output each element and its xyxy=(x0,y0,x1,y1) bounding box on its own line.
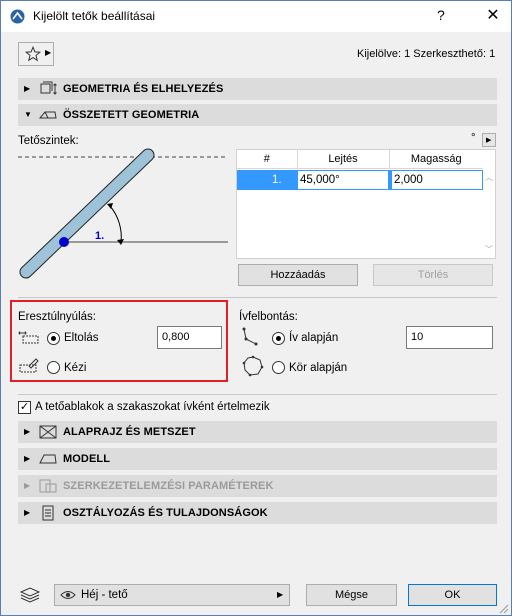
offset-radio[interactable] xyxy=(47,332,60,345)
floor-plan-section-icon xyxy=(39,425,57,439)
slope-cell[interactable]: 45,000° xyxy=(297,170,389,190)
triangle-right-icon: ▶ xyxy=(45,48,52,57)
model-icon xyxy=(39,454,57,464)
row-number: 1. xyxy=(272,174,282,186)
manual-label: Kézi xyxy=(64,362,87,374)
section-label: SZERKEZETELEMZÉSI PARAMÉTEREK xyxy=(63,480,274,492)
circle-based-label: Kör alapján xyxy=(289,362,348,374)
options-button[interactable]: ▶ xyxy=(482,133,496,147)
table-row[interactable]: 1. 45,000° 2,000 xyxy=(237,170,483,190)
help-button[interactable]: ? xyxy=(437,7,445,23)
column-header[interactable]: Magasság xyxy=(389,150,483,169)
divider xyxy=(18,394,497,395)
offset-value-field[interactable]: 0,800 xyxy=(157,326,222,349)
vertical-scrollbar[interactable]: ︿ ﹀ xyxy=(483,170,495,258)
section-label: MODELL xyxy=(63,453,111,465)
star-icon xyxy=(25,46,41,62)
diagram-level-label: 1. xyxy=(95,230,105,242)
archicad-logo-icon xyxy=(10,9,25,24)
expand-triangle-icon: ▶ xyxy=(24,454,31,463)
dialog-window: Kijelölt tetők beállításai ? ✕ ▶ Kijelöl… xyxy=(0,0,512,616)
triangle-right-icon: ▶ xyxy=(486,137,492,144)
arc-based-icon xyxy=(242,327,258,346)
arc-based-radio[interactable] xyxy=(272,332,285,345)
divider xyxy=(18,297,497,298)
section-label: ÖSSZETETT GEOMETRIA xyxy=(63,109,200,121)
skylight-checkbox[interactable]: ✓ xyxy=(18,401,31,414)
circle-based-icon xyxy=(242,355,264,377)
delete-level-button[interactable]: Törlés xyxy=(373,264,493,286)
eye-icon xyxy=(60,591,76,599)
column-header[interactable]: # xyxy=(237,150,298,169)
cancel-button[interactable]: Mégse xyxy=(306,584,397,606)
offset-label: Eltolás xyxy=(64,332,99,344)
arc-segmentation-label: Ívfelbontás: xyxy=(239,311,298,323)
circle-based-radio[interactable] xyxy=(272,361,285,374)
section-label: ALAPRAJZ ÉS METSZET xyxy=(63,426,196,438)
scroll-up-icon[interactable]: ︿ xyxy=(485,172,493,183)
section-structural-analysis[interactable]: ▶ SZERKEZETELEMZÉSI PARAMÉTEREK xyxy=(18,475,497,497)
collapse-triangle-icon: ▼ xyxy=(24,110,32,119)
expand-triangle-icon: ▶ xyxy=(24,427,31,436)
dropdown-triangle-icon: ▶ xyxy=(277,590,284,599)
structural-analysis-icon xyxy=(39,479,57,493)
section-model[interactable]: ▶ MODELL xyxy=(18,448,497,470)
section-label: GEOMETRIA ÉS ELHELYEZÉS xyxy=(63,83,224,95)
scroll-down-icon[interactable]: ﹀ xyxy=(485,244,493,255)
section-complex-geometry[interactable]: ▼ ÖSSZETETT GEOMETRIA xyxy=(18,104,497,126)
column-header[interactable]: Lejtés xyxy=(297,150,390,169)
expand-triangle-icon: ▶ xyxy=(24,481,31,490)
window-title: Kijelölt tetők beállításai xyxy=(33,9,156,23)
layer-icon xyxy=(19,587,41,603)
eave-overhang-label: Eresztúlnyúlás: xyxy=(18,311,96,323)
arc-based-label: Ív alapján xyxy=(289,332,339,344)
skylight-checkbox-label: A tetőablakok a szakaszokat ívként értel… xyxy=(35,401,270,413)
manual-radio[interactable] xyxy=(47,361,60,374)
geometry-placement-icon xyxy=(40,81,57,95)
layer-name: Héj - tető xyxy=(81,589,128,601)
height-cell[interactable]: 2,000 xyxy=(391,170,483,190)
add-level-button[interactable]: Hozzáadás xyxy=(238,264,358,286)
eave-manual-icon xyxy=(19,358,39,373)
section-geometry[interactable]: ▶ GEOMETRIA ÉS ELHELYEZÉS xyxy=(18,78,497,100)
expand-triangle-icon: ▶ xyxy=(24,84,31,93)
close-button[interactable]: ✕ xyxy=(479,3,507,29)
section-classification[interactable]: ▶ OSZTÁLYOZÁS ÉS TULAJDONSÁGOK xyxy=(18,502,497,524)
selection-info: Kijelölve: 1 Szerkeszthető: 1 xyxy=(357,48,496,60)
arc-segments-field[interactable]: 10 xyxy=(406,326,493,349)
roof-slope-diagram xyxy=(18,148,228,279)
layer-dropdown[interactable]: Héj - tető ▶ xyxy=(54,584,290,606)
section-floor-plan[interactable]: ▶ ALAPRAJZ ÉS METSZET xyxy=(18,421,497,443)
resize-grip-icon[interactable] xyxy=(497,602,509,614)
expand-triangle-icon: ▶ xyxy=(24,508,31,517)
ok-button[interactable]: OK xyxy=(408,584,497,606)
unit-symbol: ° xyxy=(471,132,476,144)
title-bar: Kijelölt tetők beállításai ? ✕ xyxy=(1,1,511,32)
classification-icon xyxy=(42,505,54,521)
table-header-row: # Lejtés Magasság xyxy=(237,150,483,169)
eave-offset-icon xyxy=(18,331,39,344)
favorites-button[interactable]: ▶ xyxy=(18,42,54,66)
complex-roof-icon xyxy=(38,111,57,119)
roof-levels-table: # Lejtés Magasság 1. 45,000° 2,000 ︿ ﹀ xyxy=(236,149,496,259)
section-label: OSZTÁLYOZÁS ÉS TULAJDONSÁGOK xyxy=(63,507,268,519)
